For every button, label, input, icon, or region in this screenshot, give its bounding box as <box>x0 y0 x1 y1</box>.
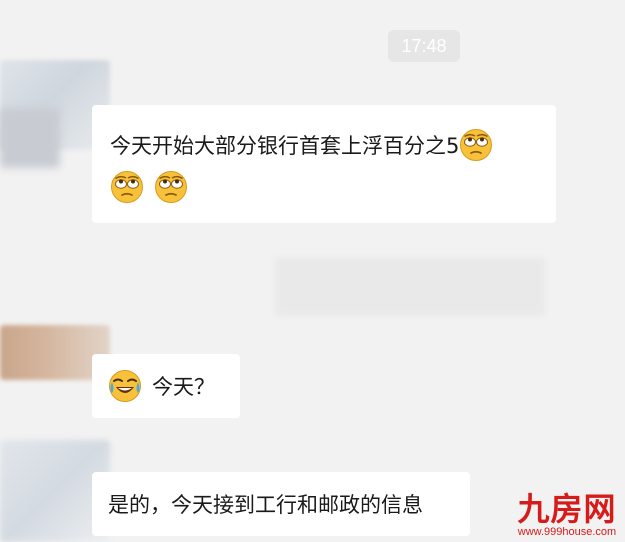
watermark-url: www.999house.com <box>517 526 617 538</box>
eye-roll-emoji-icon <box>110 170 144 204</box>
message-text: 今天开始大部分银行首套上浮百分之5 <box>110 134 460 158</box>
message-bubble[interactable]: 今天开始大部分银行首套上浮百分之5 <box>92 105 556 223</box>
message-bubble[interactable]: 是的，今天接到工行和邮政的信息 <box>92 472 470 536</box>
avatar-shadow <box>0 108 60 168</box>
chat-timestamp: 17:48 <box>388 30 460 62</box>
message-text: 是的，今天接到工行和邮政的信息 <box>108 493 423 517</box>
watermark: 九房网 www.999house.com <box>517 492 617 538</box>
message-text: 今天？ <box>152 375 215 399</box>
message-bubble[interactable]: 今天？ <box>92 354 240 418</box>
eye-roll-emoji-icon <box>154 170 188 204</box>
blurred-message <box>275 258 545 316</box>
eye-roll-emoji-icon <box>459 128 493 162</box>
laugh-cry-emoji-icon <box>108 369 142 403</box>
watermark-logo: 九房网 <box>517 490 617 528</box>
